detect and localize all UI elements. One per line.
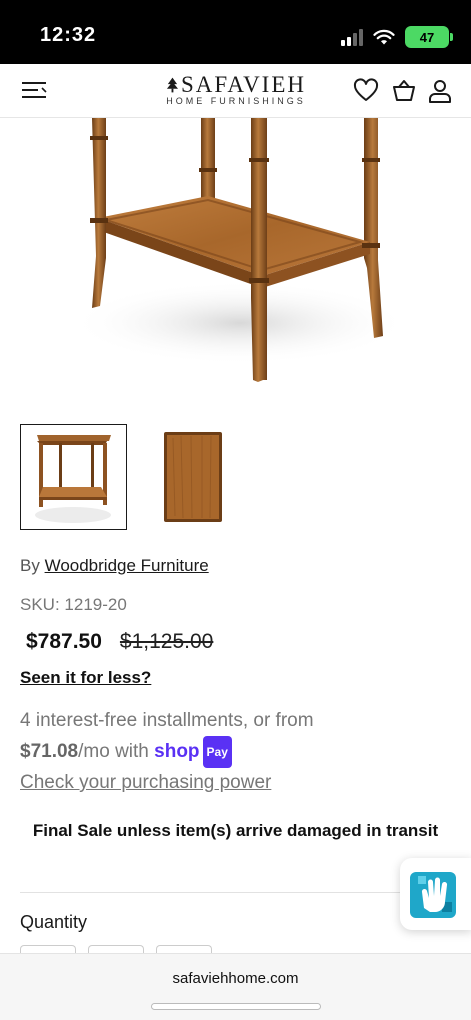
installment-suffix: /mo with bbox=[78, 741, 149, 763]
status-time: 12:32 bbox=[40, 24, 97, 46]
logo-tree-icon bbox=[166, 77, 179, 93]
browser-address-bar[interactable]: safaviehhome.com bbox=[0, 953, 471, 1020]
sku-line: SKU: 1219-20 bbox=[20, 595, 127, 615]
thumbnail-strip bbox=[20, 424, 254, 530]
installment-amount: $71.08 bbox=[20, 741, 79, 763]
by-label: By bbox=[20, 556, 40, 575]
brand-link[interactable]: Woodbridge Furniture bbox=[45, 556, 209, 575]
cart-icon[interactable] bbox=[391, 78, 417, 104]
quantity-label: Quantity bbox=[20, 912, 88, 932]
site-logo[interactable]: SAFAVIEH HOME FURNISHINGS bbox=[166, 72, 306, 106]
thumbnail-side-view[interactable] bbox=[20, 424, 127, 530]
seen-it-for-less-link[interactable]: Seen it for less? bbox=[20, 668, 151, 688]
account-icon[interactable] bbox=[427, 78, 453, 104]
check-purchasing-power-link[interactable]: Check your purchasing power bbox=[20, 768, 271, 798]
product-main-image[interactable] bbox=[0, 118, 471, 398]
thumbnail-top-view[interactable] bbox=[147, 424, 254, 530]
price-row: $787.50 $1,125.00 bbox=[26, 630, 213, 654]
brand-line: By Woodbridge Furniture bbox=[20, 556, 209, 576]
sku-value: 1219-20 bbox=[64, 595, 127, 614]
sale-price: $787.50 bbox=[26, 630, 102, 653]
status-icons: 47 bbox=[341, 26, 453, 48]
installments-block: 4 interest-free installments, or from $7… bbox=[20, 706, 440, 798]
shop-pay-word: shop bbox=[154, 741, 200, 762]
heart-icon[interactable] bbox=[353, 78, 379, 104]
logo-text: SAFAVIEH bbox=[180, 72, 306, 97]
pay-badge: Pay bbox=[202, 736, 232, 768]
status-bar: 12:32 47 bbox=[0, 0, 471, 64]
url-text[interactable]: safaviehhome.com bbox=[0, 970, 471, 987]
accessibility-hand-icon bbox=[410, 872, 456, 918]
accessibility-widget-button[interactable] bbox=[400, 858, 471, 930]
home-indicator[interactable] bbox=[151, 1003, 321, 1010]
installments-text: 4 interest-free installments, or from bbox=[20, 710, 314, 731]
wifi-icon bbox=[373, 29, 395, 44]
final-sale-notice: Final Sale unless item(s) arrive damaged… bbox=[32, 821, 439, 840]
signal-icon bbox=[341, 28, 363, 46]
site-header: SAFAVIEH HOME FURNISHINGS bbox=[0, 64, 471, 118]
original-price: $1,125.00 bbox=[119, 630, 214, 653]
divider bbox=[20, 892, 451, 893]
logo-subtitle: HOME FURNISHINGS bbox=[166, 96, 306, 106]
shop-pay-logo[interactable]: shop Pay bbox=[154, 736, 232, 768]
battery-icon: 47 bbox=[405, 26, 453, 48]
side-table-image bbox=[70, 118, 410, 382]
sku-label: SKU: bbox=[20, 595, 60, 614]
menu-icon[interactable] bbox=[20, 79, 48, 101]
